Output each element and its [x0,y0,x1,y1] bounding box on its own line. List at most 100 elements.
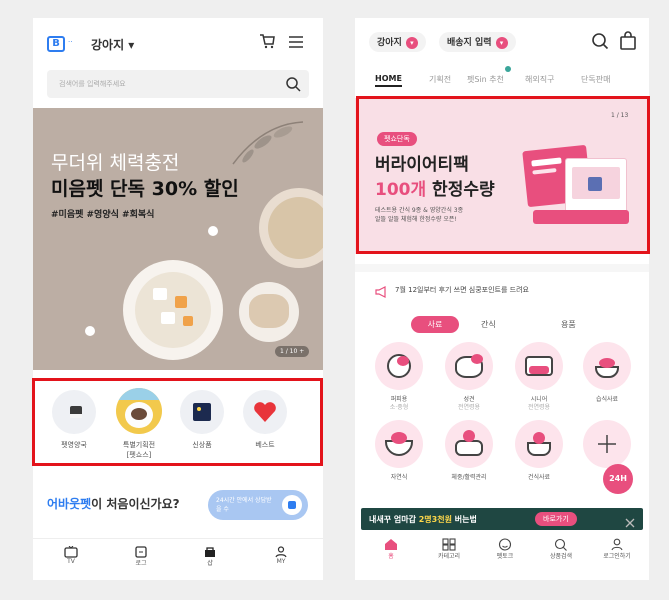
toast-go-button[interactable]: 바로가기 [535,512,577,526]
promo-text: 이 처음이신가요? [91,497,180,511]
first-visit-promo[interactable]: 어바웃펫이 처음이신가요? [47,495,180,512]
wet-food-icon [583,342,631,390]
close-icon[interactable] [625,513,635,532]
promo-toast[interactable]: 내새꾸 엄마갑 2명3천원 버는법 바로가기 [361,508,643,530]
search-icon [554,538,567,551]
product-category-dry[interactable]: 건식사료 [515,420,563,481]
toast-text: 내새꾸 엄마갑 2명3천원 버는법 [369,514,477,525]
leaf-decoration [232,121,304,165]
nav-item-category[interactable]: 카테고리 [427,538,471,560]
search-placeholder: 검색어를 입력해주세요 [59,80,126,88]
app-logo[interactable]: B [47,36,65,52]
tab-exclusive[interactable]: 단독판매 [581,74,610,85]
flower-decoration [208,226,218,236]
megaphone-icon [375,283,389,302]
app-logo-letter: B [52,38,60,49]
nav-label: 상품검색 [549,553,573,560]
tab-recommend[interactable]: 펫Sin 추천 [467,74,504,85]
adult-food-icon [445,342,493,390]
puppy-food-icon [375,342,423,390]
grid-icon [442,538,456,551]
notice-text[interactable]: 7월 12일부터 후기 쓰면 심쿵포인트를 드려요 [395,285,529,295]
product-sublabel: 전연령용 [457,404,481,411]
shop-icon [205,547,215,557]
left-phone-screen: B ·· 강아지 ▾ 검색어를 입력해주세요 무더위 체력충전 미음펫 단독 3… [33,18,323,580]
user-icon [611,538,623,551]
tab-exhibition[interactable]: 기획전 [429,74,451,85]
nav-item-log[interactable]: 로그 [121,546,161,567]
user-icon [275,546,287,558]
product-label: 습식사료 [595,396,619,403]
flower-decoration-2 [85,326,95,336]
product-label: 건식사료 [527,474,551,481]
search-input[interactable]: 검색어를 입력해주세요 [47,70,309,98]
chevron-down-icon: ▾ [405,36,418,49]
pet-type-selector[interactable]: 강아지 ▾ [91,36,134,53]
product-sublabel: 전연령용 [527,404,551,411]
nav-label: MY [276,558,286,565]
banner-headline-2: 미음펫 단독 30% 할인 [51,178,239,200]
section-divider [355,264,649,272]
highlight-box-categories [32,378,323,466]
banner-counter[interactable]: 1 / 10 + [275,346,310,357]
delivery-address-chip[interactable]: 배송지 입력 ▾ [439,32,516,52]
nav-item-tv[interactable]: TV [51,546,91,565]
delivery-chip-label: 배송지 입력 [447,38,492,48]
senior-food-icon [515,342,563,390]
nav-label: 로그 [135,560,147,567]
search-icon[interactable] [591,32,609,54]
consult-badge[interactable]: 24시간 안에서 상담받을 수 [208,490,308,520]
chevron-down-icon: ▾ [495,36,508,49]
nav-item-login[interactable]: 로그인하기 [595,538,639,560]
nav-label: 홈 [388,553,394,560]
dry-food-icon [515,420,563,468]
menu-icon[interactable] [288,34,304,53]
nav-item-my[interactable]: MY [261,546,301,565]
cart-icon[interactable] [258,32,276,54]
nav-item-search[interactable]: 상품검색 [539,538,583,560]
chicken-dish-image [239,282,299,342]
shopping-bag-icon[interactable] [619,31,637,54]
nav-label: 펫토크 [496,553,514,560]
product-label: 체중/활력관리 [451,474,487,481]
logo-dots: ·· [68,38,73,46]
banner-headline-1: 무더위 체력충전 [51,152,180,174]
search-icon[interactable] [285,76,301,96]
promo-banner[interactable]: 무더위 체력충전 미음펫 단독 30% 할인 #미음펫 #영양식 #회복식 1 … [33,108,323,370]
chat-24h-button[interactable]: 24H [603,464,633,494]
tab-home[interactable]: HOME [375,74,402,87]
home-icon [385,539,397,550]
nav-label: TV [67,558,75,565]
natural-food-icon [375,420,423,468]
new-badge-dot [505,66,511,72]
tv-icon [64,546,78,558]
tab-overseas[interactable]: 해외직구 [525,74,554,85]
nav-item-pettalk[interactable]: 펫토크 [483,538,527,560]
product-category-more[interactable] [583,420,631,468]
nav-item-shop[interactable]: 샵 [190,546,230,567]
pet-type-chip-label: 강아지 [377,38,402,48]
product-sublabel: 소·중형 [389,404,409,411]
banner-tags: #미음펫 #영양식 #회복식 [51,210,155,220]
plus-icon [583,420,631,468]
nav-label: 샵 [207,560,213,567]
toast-text-pre: 내새꾸 엄마갑 [369,515,419,524]
product-category-natural[interactable]: 자연식 [375,420,423,481]
nav-label: 카테고리 [437,553,461,560]
log-icon [135,546,147,558]
weight-care-icon [445,420,493,468]
smile-icon [498,538,512,551]
tab-snack[interactable]: 간식 [481,319,496,330]
tab-food[interactable]: 사료 [411,316,459,333]
product-category-adult[interactable]: 성견 전연령용 [445,342,493,411]
nav-item-home[interactable]: 홈 [369,538,413,560]
porridge-bowl-image [259,188,323,268]
tab-goods[interactable]: 용품 [561,319,576,330]
nav-label: 로그인하기 [603,553,631,560]
product-category-wet[interactable]: 습식사료 [583,342,631,403]
product-category-senior[interactable]: 시니어 전연령용 [515,342,563,411]
nav-divider [33,538,323,539]
product-category-weight[interactable]: 체중/활력관리 [445,420,493,481]
pet-type-chip[interactable]: 강아지 ▾ [369,32,426,52]
product-category-puppy[interactable]: 퍼피용 소·중형 [375,342,423,411]
